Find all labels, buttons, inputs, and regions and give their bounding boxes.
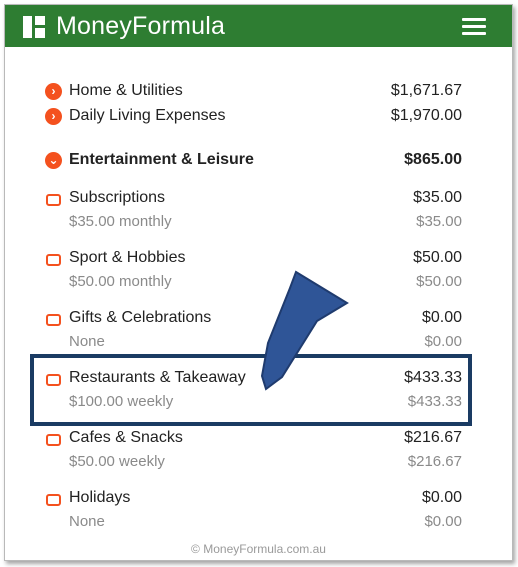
category-amount: $865.00 [404,151,462,168]
item-name: Gifts & Celebrations [69,309,212,326]
category-name: Entertainment & Leisure [69,151,254,168]
item-detail-amount: $50.00 [416,273,462,290]
item-name: Cafes & Snacks [69,429,183,446]
app-header: MoneyFormula [5,5,512,47]
item-name: Subscriptions [69,189,166,206]
item-detail-amount: $35.00 [416,213,462,230]
category-amount: $1,671.67 [390,82,462,99]
item-detail: None [69,513,105,530]
chevron-right-icon[interactable]: › [45,108,62,125]
item-name: Holidays [69,489,131,506]
footer-copyright: © MoneyFormula.com.au [191,542,326,556]
item-icon [46,434,61,446]
category-name: Daily Living Expenses [69,107,226,124]
item-detail: $35.00 monthly [69,213,172,230]
item-detail-amount: $0.00 [424,513,462,530]
item-detail: $50.00 monthly [69,273,172,290]
item-detail: None [69,333,105,350]
item-detail-amount: $216.67 [407,453,462,470]
app-frame: MoneyFormula › Home & Utilities $1,671.6… [4,4,513,561]
item-icon [46,314,61,326]
item-icon [46,194,61,206]
item-amount: $50.00 [413,249,462,266]
category-amount: $1,970.00 [390,107,462,124]
item-detail: $50.00 weekly [69,453,165,470]
item-detail-amount: $0.00 [424,333,462,350]
item-amount: $0.00 [421,489,462,506]
chevron-right-icon[interactable]: › [45,83,62,100]
item-icon [46,494,61,506]
item-amount: $216.67 [404,429,462,446]
item-icon [46,254,61,266]
dashboard-logo-icon [23,16,45,38]
hamburger-menu-icon[interactable] [462,18,486,36]
chevron-down-icon[interactable]: ⌄ [45,152,62,169]
category-name: Home & Utilities [69,82,183,99]
item-amount: $0.00 [421,309,462,326]
app-title: MoneyFormula [56,12,226,40]
item-amount: $35.00 [413,189,462,206]
item-name: Sport & Hobbies [69,249,186,266]
highlight-box [30,354,472,426]
